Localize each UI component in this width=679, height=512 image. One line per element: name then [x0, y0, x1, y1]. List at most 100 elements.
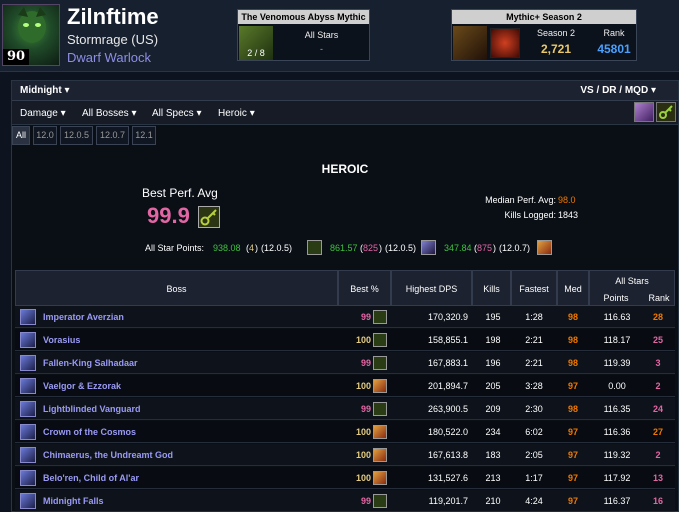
metric-filter-dropdown[interactable]: Damage ▾	[20, 108, 66, 119]
chevron-down-icon: ▾	[650, 85, 656, 96]
table-row[interactable]: Chimaerus, the Undreamt God 100 167,613.8 1…	[15, 444, 675, 466]
mythic-plus-icon	[453, 26, 487, 60]
all-star-points: 117.92	[603, 473, 631, 483]
boss-name[interactable]: Crown of the Cosmos	[43, 421, 136, 443]
best-perf-value: 99.9	[147, 203, 190, 228]
best-percent: 100	[355, 335, 371, 345]
all-star-points: 116.63	[603, 312, 631, 322]
report-icon[interactable]	[373, 494, 387, 508]
table-row[interactable]: Imperator Averzian 99 170,320.9 195 1:28 98 11…	[15, 306, 675, 328]
highest-dps: 119,201.7	[428, 496, 468, 506]
boss-name[interactable]: Vaelgor & Ezzorak	[43, 375, 121, 397]
column-header-best[interactable]: Best %	[338, 270, 391, 306]
key-view-toggle-icon[interactable]	[656, 102, 676, 122]
all-star-patch-1: (12.0.5)	[261, 243, 293, 253]
all-star-rank-3: 875	[477, 243, 493, 253]
table-row[interactable]: Belo'ren, Child of Al'ar 100 131,527.6 213 1…	[15, 467, 675, 489]
fastest-kill: 2:30	[525, 404, 543, 414]
report-icon[interactable]	[373, 379, 387, 393]
all-star-icon-1[interactable]	[307, 240, 322, 255]
table-row[interactable]: Vorasius 100 158,855.1 198 2:21 98 118.17 25	[15, 329, 675, 351]
boss-name[interactable]: Lightblinded Vanguard	[43, 398, 141, 420]
boss-name[interactable]: Imperator Averzian	[43, 306, 124, 328]
median-perf-value: 98.0	[558, 195, 576, 205]
tab-12-1[interactable]: 12.1	[132, 126, 156, 145]
report-icon[interactable]	[373, 356, 387, 370]
all-star-patch-2: (12.0.5)	[385, 243, 417, 253]
chevron-down-icon: ▾	[64, 85, 70, 96]
boss-icon	[20, 332, 36, 348]
expansion-dropdown[interactable]: Midnight ▾	[20, 85, 69, 96]
boss-name[interactable]: Fallen-King Salhadaar	[43, 352, 138, 374]
difficulty-filter-dropdown[interactable]: Heroic ▾	[218, 108, 255, 119]
table-row[interactable]: Fallen-King Salhadaar 99 167,883.1 196 2:21 9…	[15, 352, 675, 374]
mythic-plus-title: Mythic+ Season 2	[452, 10, 636, 24]
boss-name[interactable]: Chimaerus, the Undreamt God	[43, 444, 173, 466]
all-star-points: 116.35	[603, 404, 631, 414]
tab-12-0-7[interactable]: 12.0.7	[96, 126, 129, 145]
metric-mode-dropdown[interactable]: VS / DR / MQD ▾	[580, 85, 656, 96]
mythic-plus-box[interactable]: Mythic+ Season 2 Season 2 2,721 Rank 458…	[451, 9, 637, 61]
key-icon[interactable]	[198, 206, 220, 228]
table-row[interactable]: Vaelgor & Ezzorak 100 201,894.7 205 3:28 97 0.…	[15, 375, 675, 397]
tab-all[interactable]: All	[12, 126, 30, 145]
table-row[interactable]: Midnight Falls 99 119,201.7 210 4:24 97 116.37…	[15, 490, 675, 512]
report-icon[interactable]	[373, 402, 387, 416]
table-row[interactable]: Lightblinded Vanguard 99 263,900.5 209 2:30 9…	[15, 398, 675, 420]
boss-icon	[20, 493, 36, 509]
raid-view-toggle-icon[interactable]	[634, 102, 654, 122]
kill-count: 183	[485, 450, 501, 460]
median-percent: 97	[567, 427, 578, 437]
raid-progress-box[interactable]: The Venomous Abyss Mythic 2 / 8 All Star…	[237, 9, 370, 61]
rank-header[interactable]: Rank	[644, 293, 674, 303]
mythic-plus-rank-label: Rank	[603, 28, 625, 38]
tab-12-0[interactable]: 12.0	[33, 126, 57, 145]
character-realm[interactable]: Stormrage (US)	[67, 32, 158, 47]
report-icon[interactable]	[373, 333, 387, 347]
spec-filter-dropdown[interactable]: All Specs ▾	[152, 108, 202, 119]
tab-12-0-5[interactable]: 12.0.5	[60, 126, 93, 145]
mythic-plus-rank: 45801	[597, 42, 631, 56]
boss-icon	[20, 470, 36, 486]
column-header-fastest[interactable]: Fastest	[511, 270, 557, 306]
boss-icon	[20, 424, 36, 440]
all-star-rank-2: 825	[363, 243, 379, 253]
fastest-kill: 6:02	[525, 427, 543, 437]
kill-count: 195	[485, 312, 501, 322]
filter-toolbar: Damage ▾ All Bosses ▾ All Specs ▾ Heroic…	[12, 101, 678, 125]
highest-dps: 201,894.7	[427, 381, 468, 391]
all-star-points: 116.36	[603, 427, 631, 437]
character-portrait[interactable]: 90	[2, 4, 60, 66]
column-header-all-stars: All Stars Points Rank	[589, 270, 675, 306]
best-percent: 100	[355, 473, 371, 483]
chevron-down-icon: ▾	[196, 108, 202, 119]
report-icon[interactable]	[373, 471, 387, 485]
all-star-rank-1: 4	[249, 243, 255, 253]
key-icon	[659, 105, 673, 119]
median-percent: 98	[567, 404, 578, 414]
best-percent: 100	[355, 450, 371, 460]
best-percent: 99	[360, 358, 371, 368]
column-header-dps[interactable]: Highest DPS	[391, 270, 472, 306]
report-icon[interactable]	[373, 310, 387, 324]
column-header-kills[interactable]: Kills	[472, 270, 511, 306]
all-star-icon-3[interactable]	[537, 240, 552, 255]
raid-all-stars-label: All Stars	[304, 30, 339, 40]
column-header-boss[interactable]: Boss	[15, 270, 338, 306]
all-star-points: 116.37	[603, 496, 631, 506]
all-star-rank: 2	[655, 381, 661, 391]
column-header-med[interactable]: Med	[557, 270, 589, 306]
points-header[interactable]: Points	[590, 293, 642, 303]
all-star-icon-2[interactable]	[421, 240, 436, 255]
boss-name[interactable]: Vorasius	[43, 329, 80, 351]
boss-icon	[20, 401, 36, 417]
boss-filter-dropdown[interactable]: All Bosses ▾	[82, 108, 137, 119]
boss-name[interactable]: Belo'ren, Child of Al'ar	[43, 467, 139, 489]
all-star-points: 118.17	[603, 335, 631, 345]
report-icon[interactable]	[373, 425, 387, 439]
fastest-kill: 1:17	[525, 473, 543, 483]
table-row[interactable]: Crown of the Cosmos 100 180,522.0 234 6:02 97…	[15, 421, 675, 443]
report-icon[interactable]	[373, 448, 387, 462]
median-percent: 97	[567, 473, 578, 483]
boss-name[interactable]: Midnight Falls	[43, 490, 104, 512]
